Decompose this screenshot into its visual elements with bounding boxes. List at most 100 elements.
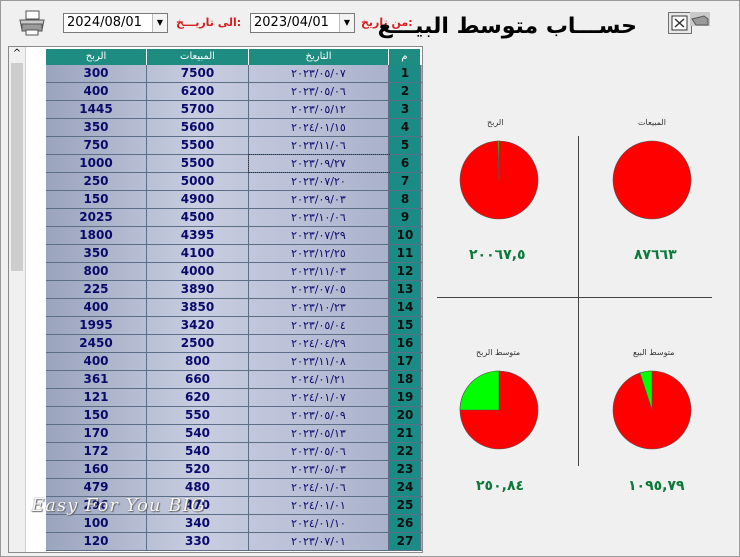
scroll-up-arrow-icon[interactable]: ^ (9, 47, 25, 61)
cell-sales[interactable]: 4100 (147, 245, 249, 262)
cell-profit[interactable]: 2450 (46, 335, 147, 352)
cell-date[interactable]: ٢٠٢٣/٠٩/٢٧ (248, 154, 390, 173)
cell-number[interactable]: 27 (389, 533, 421, 550)
cell-profit[interactable]: 350 (46, 119, 147, 136)
cell-number[interactable]: 26 (389, 515, 421, 532)
cell-profit[interactable]: 750 (46, 137, 147, 154)
cell-sales[interactable]: 540 (147, 443, 249, 460)
cell-sales[interactable]: 5500 (147, 155, 249, 172)
table-row[interactable]: 121 620 ٢٠٢٤/٠١/٠٧ 19 (46, 389, 422, 407)
cell-date[interactable]: ٢٠٢٣/٠٥/٠٧ (249, 65, 389, 82)
cell-date[interactable]: ٢٠٢٣/٠٥/٠٦ (249, 83, 389, 100)
table-row[interactable]: 1445 5700 ٢٠٢٣/٠٥/١٢ 3 (46, 101, 422, 119)
cell-sales[interactable]: 800 (147, 353, 249, 370)
table-row[interactable]: 120 330 ٢٠٢٣/٠٧/٠١ 27 (46, 533, 422, 551)
cell-sales[interactable]: 520 (147, 461, 249, 478)
cell-date[interactable]: ٢٠٢٣/١١/٠٣ (249, 263, 389, 280)
cell-number[interactable]: 2 (389, 83, 421, 100)
cell-sales[interactable]: 480 (147, 479, 249, 496)
cell-profit[interactable]: 100 (46, 515, 147, 532)
column-header-profit[interactable]: الربح (46, 49, 147, 65)
cell-profit[interactable]: 1445 (46, 101, 147, 118)
cell-profit[interactable]: 120 (46, 533, 147, 550)
cell-date[interactable]: ٢٠٢٣/٠٩/٠٣ (249, 191, 389, 208)
cell-profit[interactable]: 800 (46, 263, 147, 280)
table-row[interactable]: 400 800 ٢٠٢٣/١١/٠٨ 17 (46, 353, 422, 371)
cell-sales[interactable]: 2500 (147, 335, 249, 352)
cell-profit[interactable]: 479 (46, 479, 147, 496)
table-row[interactable]: 400 3850 ٢٠٢٣/١٠/٢٣ 14 (46, 299, 422, 317)
cell-sales[interactable]: 3420 (147, 317, 249, 334)
cell-profit[interactable]: 225 (46, 281, 147, 298)
cell-number[interactable]: 17 (389, 353, 421, 370)
cell-number[interactable]: 21 (389, 425, 421, 442)
cell-number[interactable]: 25 (389, 497, 421, 514)
cell-sales[interactable]: 4395 (147, 227, 249, 244)
cell-profit[interactable]: 400 (46, 353, 147, 370)
table-row[interactable]: 170 540 ٢٠٢٣/٠٥/١٣ 21 (46, 425, 422, 443)
cell-sales[interactable]: 5000 (147, 173, 249, 190)
cell-sales[interactable]: 5500 (147, 137, 249, 154)
table-row[interactable]: 160 520 ٢٠٢٣/٠٥/٠٣ 23 (46, 461, 422, 479)
cell-number[interactable]: 4 (389, 119, 421, 136)
cell-number[interactable]: 3 (389, 101, 421, 118)
table-row[interactable]: 1000 5500 ٢٠٢٣/٠٩/٢٧ 6 (46, 154, 422, 173)
cell-date[interactable]: ٢٠٢٣/١١/٠٨ (249, 353, 389, 370)
table-row[interactable]: 100 340 ٢٠٢٤/٠١/١٠ 26 (46, 515, 422, 533)
chevron-down-icon[interactable]: ▼ (152, 14, 167, 32)
from-date-field[interactable]: 2023/04/01 ▼ (250, 13, 355, 33)
cell-sales[interactable]: 550 (147, 407, 249, 424)
table-row[interactable]: 1800 4395 ٢٠٢٣/٠٧/٢٩ 10 (46, 227, 422, 245)
table-row[interactable]: 750 5500 ٢٠٢٣/١١/٠٦ 5 (46, 137, 422, 155)
cell-sales[interactable]: 4500 (147, 209, 249, 226)
cell-date[interactable]: ٢٠٢٤/٠١/٢١ (249, 371, 389, 388)
cell-number[interactable]: 10 (389, 227, 421, 244)
cell-profit[interactable]: 400 (46, 83, 147, 100)
cell-date[interactable]: ٢٠٢٤/٠١/١٠ (249, 515, 389, 532)
table-row[interactable]: 150 4900 ٢٠٢٣/٠٩/٠٣ 8 (46, 191, 422, 209)
cell-number[interactable]: 1 (389, 65, 421, 82)
printer-icon[interactable] (18, 10, 46, 36)
cell-date[interactable]: ٢٠٢٣/٠٧/٢٩ (249, 227, 389, 244)
chevron-down-icon[interactable]: ▼ (339, 14, 354, 32)
column-header-number[interactable]: م (389, 49, 421, 65)
cell-number[interactable]: 12 (389, 263, 421, 280)
cell-date[interactable]: ٢٠٢٣/٠٧/٢٠ (249, 173, 389, 190)
cell-date[interactable]: ٢٠٢٣/٠٧/٠٥ (249, 281, 389, 298)
table-row[interactable]: 225 3890 ٢٠٢٣/٠٧/٠٥ 13 (46, 281, 422, 299)
table-row[interactable]: 400 6200 ٢٠٢٣/٠٥/٠٦ 2 (46, 83, 422, 101)
cell-profit[interactable]: 121 (46, 389, 147, 406)
cell-number[interactable]: 5 (389, 137, 421, 154)
cell-number[interactable]: 13 (389, 281, 421, 298)
cell-date[interactable]: ٢٠٢٣/١١/٠٦ (249, 137, 389, 154)
cell-date[interactable]: ٢٠٢٤/٠١/١٥ (249, 119, 389, 136)
cell-number[interactable]: 19 (389, 389, 421, 406)
cell-date[interactable]: ٢٠٢٣/١٠/٢٣ (249, 299, 389, 316)
cell-sales[interactable]: 4900 (147, 191, 249, 208)
cell-number[interactable]: 11 (389, 245, 421, 262)
cell-number[interactable]: 23 (389, 461, 421, 478)
cell-sales[interactable]: 540 (147, 425, 249, 442)
column-header-sales[interactable]: المبيعات (147, 49, 249, 65)
to-date-field[interactable]: 2024/08/01 ▼ (63, 13, 168, 33)
cell-sales[interactable]: 330 (147, 533, 249, 550)
table-row[interactable]: 150 550 ٢٠٢٣/٠٥/٠٩ 20 (46, 407, 422, 425)
cell-date[interactable]: ٢٠٢٣/٠٥/٠٦ (249, 443, 389, 460)
cell-date[interactable]: ٢٠٢٤/٠١/٠١ (249, 497, 389, 514)
table-row[interactable]: 2025 4500 ٢٠٢٣/١٠/٠٦ 9 (46, 209, 422, 227)
cell-number[interactable]: 16 (389, 335, 421, 352)
cell-date[interactable]: ٢٠٢٣/٠٥/١٢ (249, 101, 389, 118)
cell-date[interactable]: ٢٠٢٣/٠٥/٠٣ (249, 461, 389, 478)
cell-sales[interactable]: 6200 (147, 83, 249, 100)
table-row[interactable]: 800 4000 ٢٠٢٣/١١/٠٣ 12 (46, 263, 422, 281)
table-row[interactable]: 250 5000 ٢٠٢٣/٠٧/٢٠ 7 (46, 173, 422, 191)
cell-date[interactable]: ٢٠٢٣/٠٥/١٣ (249, 425, 389, 442)
cell-sales[interactable]: 620 (147, 389, 249, 406)
cell-profit[interactable]: 150 (46, 191, 147, 208)
cell-profit[interactable]: 1995 (46, 317, 147, 334)
scrollbar-thumb[interactable] (11, 63, 23, 271)
cell-profit[interactable]: 150 (46, 407, 147, 424)
cell-date[interactable]: ٢٠٢٤/٠١/٠٧ (249, 389, 389, 406)
cell-sales[interactable]: 3850 (147, 299, 249, 316)
cell-profit[interactable]: 300 (46, 65, 147, 82)
